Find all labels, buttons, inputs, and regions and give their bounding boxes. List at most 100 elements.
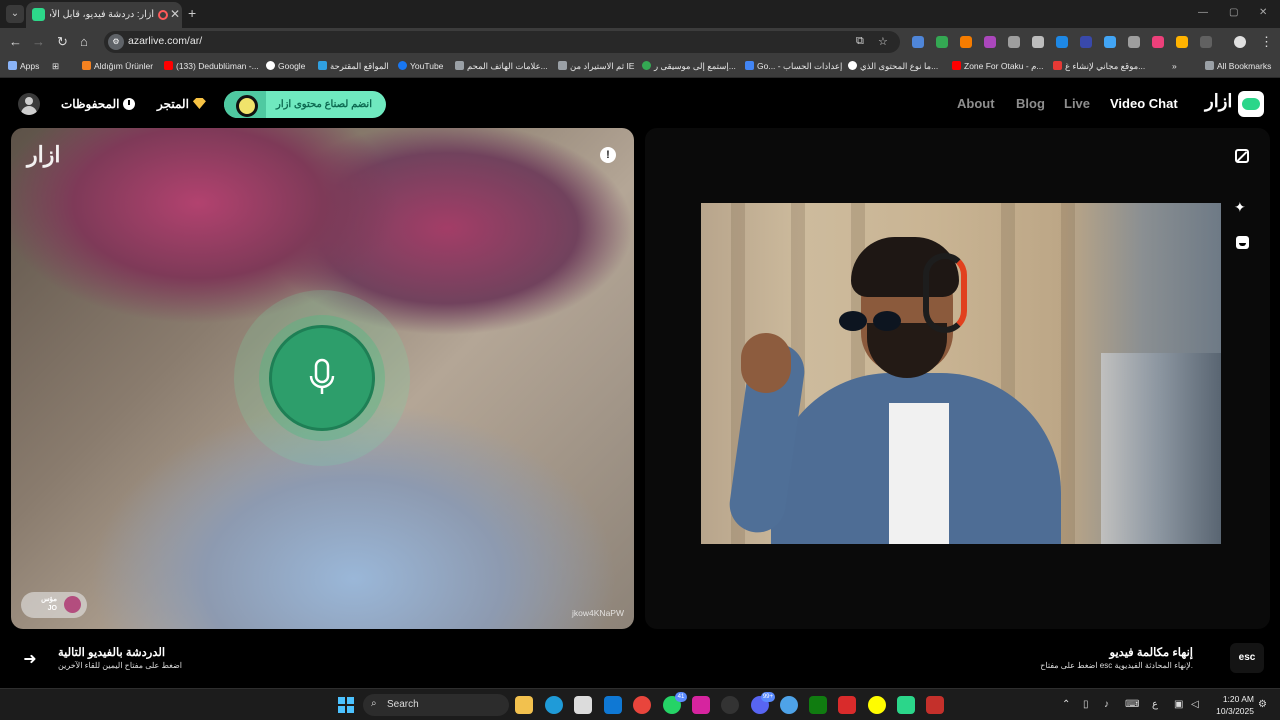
- minimize-button[interactable]: —: [1198, 7, 1208, 18]
- maximize-button[interactable]: ▢: [1229, 7, 1238, 18]
- blue-extension-icon[interactable]: [1080, 36, 1092, 48]
- brand-name[interactable]: ازار: [1205, 91, 1232, 112]
- bookmark-suggested-sites[interactable]: المواقع المقترحة: [318, 61, 389, 72]
- outlook-icon[interactable]: [604, 696, 622, 714]
- home-icon[interactable]: ⌂: [80, 34, 88, 49]
- apps-grid-icon: [8, 61, 17, 70]
- esc-key-button[interactable]: esc: [1230, 643, 1264, 673]
- bookmark-dedubluman[interactable]: (133) Dedublüman -...: [164, 61, 259, 71]
- nav-about[interactable]: About: [957, 96, 995, 111]
- bookmark-google[interactable]: Google: [266, 61, 305, 71]
- face-filter-icon[interactable]: [1236, 236, 1249, 249]
- app-icon-blue[interactable]: [780, 696, 798, 714]
- url-text[interactable]: azarlive.com/ar/: [128, 35, 202, 47]
- rss-extension-icon[interactable]: [960, 36, 972, 48]
- bookmark-apps[interactable]: Apps: [8, 61, 39, 71]
- bookmark-folder-mobile[interactable]: علامات الهاتف المحم...: [455, 61, 548, 72]
- bookmark-free-site[interactable]: موقع مجاني لإنشاء غ...: [1053, 61, 1145, 72]
- back-icon[interactable]: ←: [9, 34, 22, 49]
- expand-icon[interactable]: [1235, 149, 1249, 163]
- notifications-icon[interactable]: ⚙: [1258, 699, 1267, 710]
- bookmark-zone-for-otaku[interactable]: Zone For Otaku - م...: [952, 61, 1043, 72]
- microphone-tray-icon[interactable]: ♪: [1104, 699, 1109, 710]
- edge-icon[interactable]: [545, 696, 563, 714]
- pink-extension-icon[interactable]: [1152, 36, 1164, 48]
- volume-icon[interactable]: ◁: [1191, 699, 1199, 710]
- tracker-app-icon[interactable]: [721, 696, 739, 714]
- reload-icon[interactable]: ↻: [57, 34, 68, 50]
- bookmark-youtube[interactable]: YouTube: [398, 61, 443, 71]
- partner-info-chip[interactable]: مؤس JO: [21, 592, 87, 618]
- translate-extension-icon[interactable]: [912, 36, 924, 48]
- menu-kebab-icon[interactable]: ⋮: [1260, 34, 1273, 50]
- tab-search-button[interactable]: ⌄: [6, 5, 24, 23]
- creator-promo-button[interactable]: انضم لصناع محتوى ازار: [224, 91, 386, 118]
- store-label: المتجر: [157, 97, 189, 111]
- next-arrow-icon[interactable]: ➜: [16, 646, 44, 674]
- partner-video-panel: ازار ! مؤس JO jkow4KNaPW: [11, 128, 634, 629]
- more-bookmarks-icon[interactable]: »: [1172, 61, 1177, 71]
- azar-logo-icon[interactable]: [1238, 91, 1264, 117]
- extensions-puzzle-icon[interactable]: [1200, 36, 1212, 48]
- file-explorer-icon[interactable]: [515, 696, 533, 714]
- camera-extension-icon[interactable]: [1128, 36, 1140, 48]
- battery-icon[interactable]: ▯: [1083, 699, 1089, 710]
- store-icon[interactable]: [574, 696, 592, 714]
- google-icon: [848, 61, 857, 70]
- browser-tab-azar[interactable]: أزار: دردشة فيديو، قابل الأصد... ✕: [26, 2, 182, 28]
- sparkle-effects-icon[interactable]: ✦: [1234, 199, 1246, 216]
- vpn-extension-icon[interactable]: [1056, 36, 1068, 48]
- profile-icon[interactable]: [1234, 36, 1246, 48]
- search-icon: ⌕: [371, 698, 377, 709]
- address-bar[interactable]: ⚙ azarlive.com/ar/ ⧉ ☆: [104, 31, 900, 53]
- next-chat-title[interactable]: الدردشة بالفيديو التالية: [58, 645, 165, 659]
- taskbar-search[interactable]: ⌕ Search: [363, 694, 509, 716]
- bookmark-content-type[interactable]: ما نوع المحتوى الذي...: [848, 61, 938, 72]
- site-info-icon[interactable]: ⚙: [108, 34, 124, 50]
- nav-blog[interactable]: Blog: [1016, 96, 1045, 111]
- taskbar-clock[interactable]: 1:20 AM 10/3/2025: [1210, 693, 1254, 717]
- windows-start-icon[interactable]: [338, 697, 354, 713]
- end-call-title[interactable]: إنهاء مكالمة فيديو: [1110, 645, 1193, 659]
- bookmark-folder-ie[interactable]: ثم الاستيراد من IE: [558, 61, 634, 72]
- compass-extension-icon[interactable]: [984, 36, 996, 48]
- nav-video-chat[interactable]: Video Chat: [1110, 96, 1178, 111]
- whatsapp-icon[interactable]: 41: [663, 692, 687, 714]
- bookmark-all-bookmarks[interactable]: All Bookmarks: [1205, 61, 1271, 71]
- report-icon[interactable]: !: [600, 147, 616, 163]
- youtube-app-icon[interactable]: [926, 696, 944, 714]
- window-extension-icon[interactable]: [1032, 36, 1044, 48]
- grid-icon[interactable]: ⊞: [52, 61, 59, 72]
- keyboard-icon[interactable]: ⌨: [1125, 699, 1139, 710]
- bookmark-account-settings[interactable]: Go... - إعدادات الحساب: [745, 61, 842, 72]
- chrome-icon[interactable]: [633, 696, 651, 714]
- glasses-extension-icon[interactable]: [1008, 36, 1020, 48]
- bookmark-label: ما نوع المحتوى الذي...: [860, 61, 939, 71]
- network-icon[interactable]: ▣: [1174, 699, 1183, 710]
- new-tab-button[interactable]: +: [188, 5, 196, 21]
- nav-live[interactable]: Live: [1064, 96, 1090, 111]
- forward-icon[interactable]: →: [32, 34, 45, 49]
- discord-icon[interactable]: 99+: [751, 692, 775, 714]
- audio-extension-icon[interactable]: [1104, 36, 1116, 48]
- saved-link[interactable]: المحفوظات: [61, 97, 136, 111]
- anydesk-icon[interactable]: [838, 696, 856, 714]
- bookmark-star-icon[interactable]: ☆: [878, 35, 888, 48]
- bookmark-music[interactable]: إستمع إلى موسيقى ر...: [642, 61, 736, 72]
- tray-overflow-icon[interactable]: ⌃: [1062, 699, 1070, 710]
- bookmark-label: Google: [278, 61, 306, 71]
- close-tab-icon[interactable]: ✕: [170, 7, 180, 21]
- install-app-icon[interactable]: ⧉: [856, 35, 864, 48]
- yellow-extension-icon[interactable]: [1176, 36, 1188, 48]
- snapchat-icon[interactable]: [868, 696, 886, 714]
- store-link[interactable]: المتجر: [157, 97, 206, 111]
- xbox-icon[interactable]: [809, 696, 827, 714]
- user-avatar[interactable]: [18, 93, 40, 115]
- shield-extension-icon[interactable]: [936, 36, 948, 48]
- bookmark-aldigim[interactable]: Aldığım Ürünler: [82, 61, 153, 71]
- microphone-button[interactable]: [269, 325, 375, 431]
- azar-app-icon[interactable]: [897, 696, 915, 714]
- instagram-icon[interactable]: [692, 696, 710, 714]
- close-window-button[interactable]: ✕: [1259, 7, 1267, 18]
- language-indicator[interactable]: ع: [1152, 699, 1158, 710]
